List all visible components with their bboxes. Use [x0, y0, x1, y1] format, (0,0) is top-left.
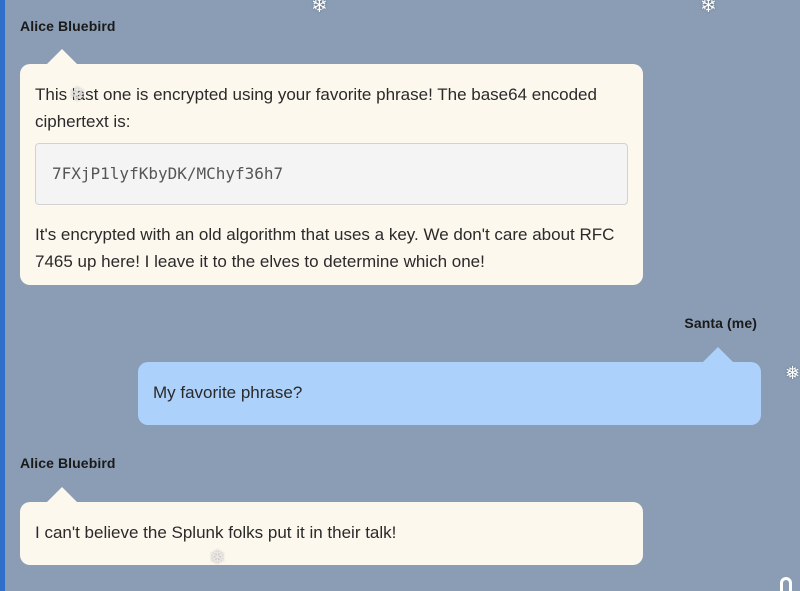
scroll-handle-icon[interactable] — [780, 577, 792, 591]
bubble-tail — [47, 49, 77, 64]
chat-window: ❄ ❄ ❅ Alice Bluebird This last one is en… — [0, 0, 800, 591]
message-bubble: I can't believe the Splunk folks put it … — [20, 502, 643, 565]
ciphertext-code-block[interactable]: 7FXjP1lyfKbyDK/MChyf36h7 — [35, 143, 628, 205]
message-text: I can't believe the Splunk folks put it … — [35, 523, 397, 542]
snowflake-icon: ❅ — [785, 363, 800, 383]
snowflake-icon: ❅ — [69, 84, 86, 106]
message-sender: Alice Bluebird — [20, 18, 116, 34]
left-accent-bar — [0, 0, 5, 591]
message-text: This last one is encrypted using your fa… — [35, 85, 597, 131]
message-bubble: This last one is encrypted using your fa… — [20, 64, 643, 285]
bubble-tail — [47, 487, 77, 502]
snowflake-icon: ❅ — [209, 547, 226, 569]
message-bubble: My favorite phrase? — [138, 362, 761, 425]
message-sender: Santa (me) — [684, 315, 757, 331]
snowflake-icon: ❄ — [700, 0, 717, 17]
message-text: My favorite phrase? — [153, 383, 303, 402]
snowflake-icon: ❄ — [311, 0, 328, 17]
message-text: It's encrypted with an old algorithm tha… — [35, 225, 615, 271]
message-sender: Alice Bluebird — [20, 455, 116, 471]
bubble-tail — [703, 347, 733, 362]
